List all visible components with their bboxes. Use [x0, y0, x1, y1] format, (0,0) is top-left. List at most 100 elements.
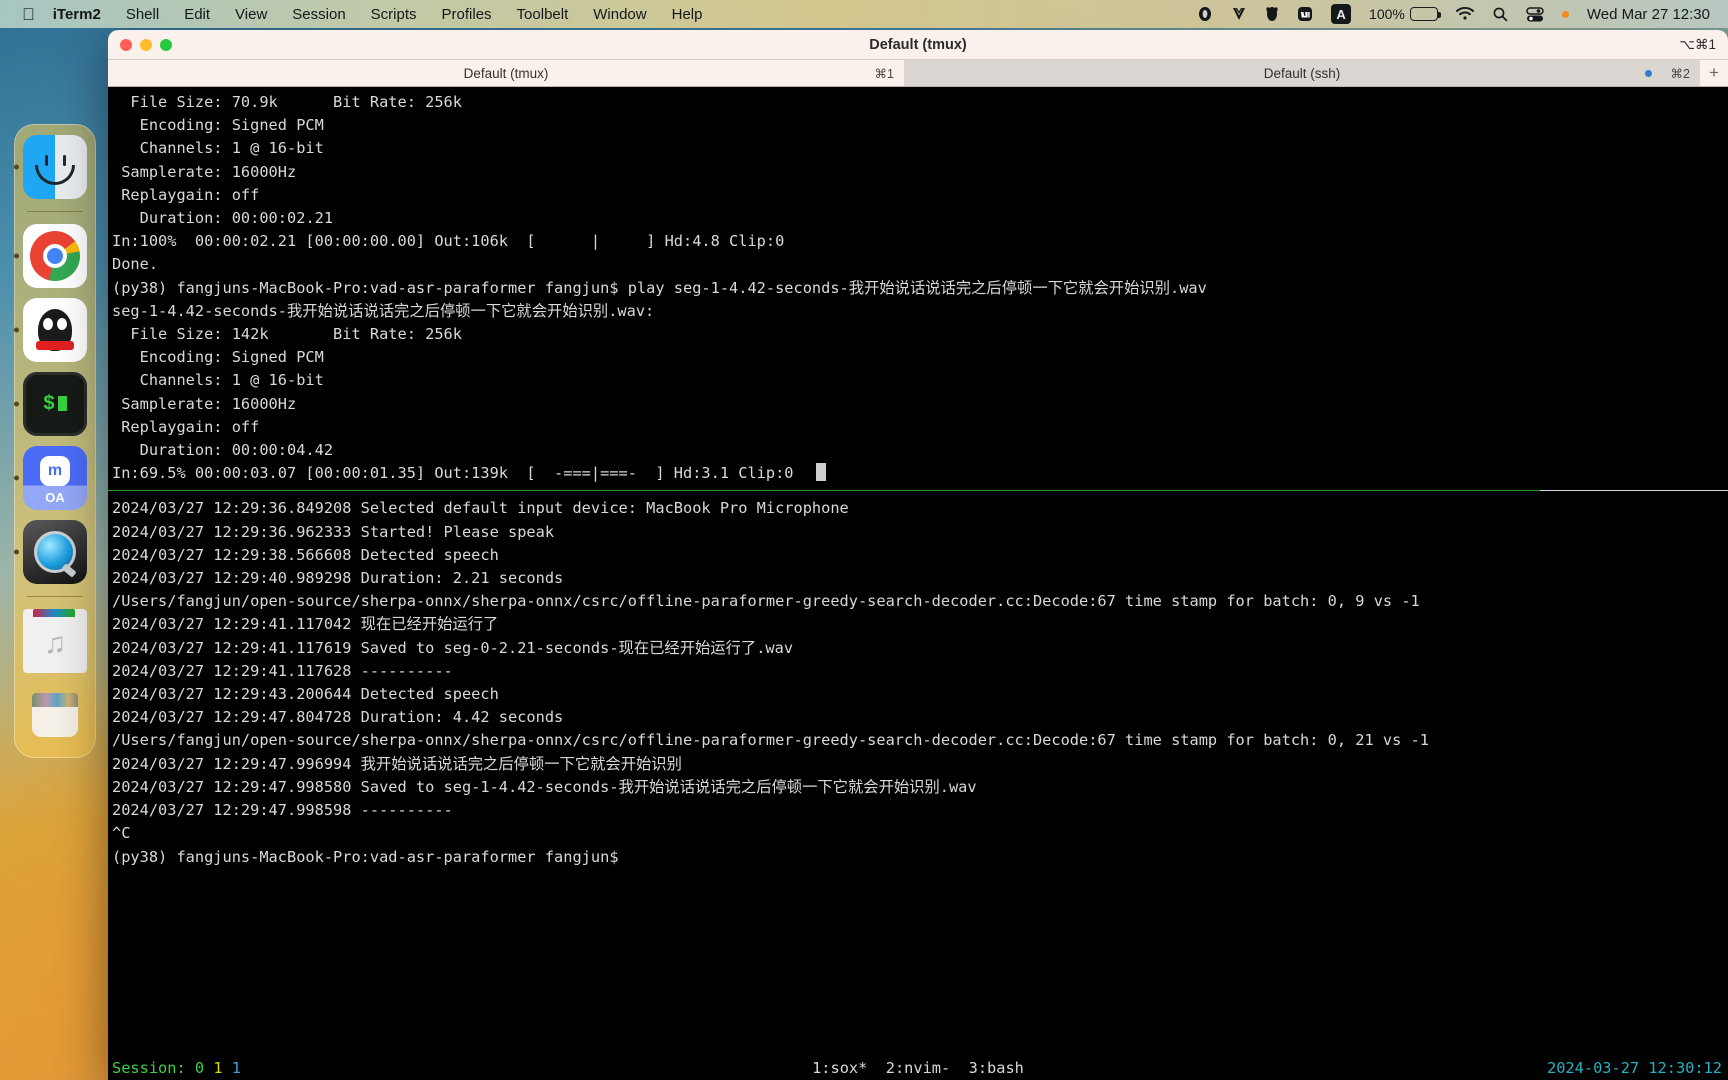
dock-separator: [27, 211, 83, 212]
tab-default-tmux[interactable]: Default (tmux) ⌘1: [108, 60, 904, 86]
terminal-line: File Size: 142k Bit Rate: 256k: [112, 325, 462, 344]
terminal-line: (py38) fangjuns-MacBook-Pro:vad-asr-para…: [112, 278, 1207, 297]
menu-item-window[interactable]: Window: [593, 6, 646, 23]
tab-shortcut: ⌘1: [874, 66, 894, 81]
menu-bar-tray: A 100% Wed Mar 27 12:30: [1197, 4, 1728, 24]
mi-icon[interactable]: [1297, 6, 1313, 22]
search-icon[interactable]: [1492, 6, 1508, 22]
control-center-icon[interactable]: [1526, 6, 1544, 22]
terminal-line: Done.: [112, 255, 159, 274]
chrome-icon[interactable]: [23, 224, 87, 288]
tmux-window-list[interactable]: 1:sox* 2:nvim- 3:bash: [108, 1057, 1728, 1080]
tab-default-ssh[interactable]: Default (ssh) ⌘2: [904, 60, 1700, 86]
window-title-bar[interactable]: Default (tmux) ⌥⌘1: [108, 30, 1728, 60]
tab-activity-dot-icon: [1645, 69, 1652, 77]
tmux-status-bar: Session: 0 1 1 1:sox* 2:nvim- 3:bash 202…: [108, 1057, 1728, 1080]
v-logo-icon[interactable]: [1231, 6, 1247, 22]
input-source-icon[interactable]: A: [1331, 4, 1352, 24]
trash-icon[interactable]: [23, 683, 87, 747]
menu-item-profiles[interactable]: Profiles: [442, 6, 492, 23]
menu-item-shell[interactable]: Shell: [126, 6, 159, 23]
battery-percent-label: 100%: [1369, 6, 1405, 22]
terminal-line: /Users/fangjun/open-source/sherpa-onnx/s…: [112, 592, 1420, 611]
terminal-line: (py38) fangjuns-MacBook-Pro:vad-asr-para…: [112, 847, 619, 866]
dock-item-music-folder[interactable]: ♫: [23, 609, 87, 673]
running-indicator-dot-icon: [14, 401, 19, 407]
terminal-line: /Users/fangjun/open-source/sherpa-onnx/s…: [112, 731, 1429, 750]
terminal-line: In:69.5% 00:00:03.07 [00:00:01.35] Out:1…: [112, 462, 1728, 485]
wifi-icon[interactable]: [1455, 7, 1474, 21]
terminal-line: 2024/03/27 12:29:41.117628 ----------: [112, 661, 453, 680]
qq-penguin-icon[interactable]: [23, 298, 87, 362]
qq-penguin-icon[interactable]: [1265, 6, 1279, 22]
terminal-line: File Size: 70.9k Bit Rate: 256k: [112, 93, 462, 111]
dock-item-terminal[interactable]: $: [14, 372, 87, 436]
new-tab-button[interactable]: +: [1700, 60, 1728, 86]
terminal-line: ^C: [112, 824, 131, 843]
menu-item-view[interactable]: View: [235, 6, 267, 23]
window-title: Default (tmux): [869, 36, 967, 53]
terminal-line: Channels: 1 @ 16-bit: [112, 139, 324, 158]
terminal-line: Encoding: Signed PCM: [112, 348, 324, 367]
notification-dot-icon: [1561, 10, 1569, 18]
finder-icon[interactable]: [23, 135, 87, 199]
battery-icon[interactable]: 100%: [1369, 6, 1441, 22]
running-indicator-dot-icon: [14, 327, 19, 333]
mi-oa-label: OA: [45, 490, 65, 505]
quicktime-icon[interactable]: [23, 520, 87, 584]
terminal-line: 2024/03/27 12:29:47.998598 ----------: [112, 801, 453, 820]
terminal-cursor: [815, 463, 826, 482]
menu-item-toolbelt[interactable]: Toolbelt: [517, 6, 569, 23]
terminal-line: Replaygain: off: [112, 185, 260, 204]
running-indicator-dot-icon: [14, 253, 19, 259]
terminal-line: Replaygain: off: [112, 417, 260, 436]
menu-item-iterm2[interactable]: iTerm2: [53, 6, 101, 23]
terminal-line: 2024/03/27 12:29:47.996994 我开始说话说话完之后停顿一…: [112, 754, 682, 773]
terminal-line: Samplerate: 16000Hz: [112, 394, 297, 413]
tmux-pane-divider: [108, 490, 1728, 492]
terminal-content[interactable]: File Size: 70.9k Bit Rate: 256k Encoding…: [108, 87, 1728, 1080]
dock-separator: [27, 596, 83, 597]
terminal-icon[interactable]: $: [23, 372, 87, 436]
opera-icon[interactable]: [1197, 6, 1213, 22]
dock-item-finder[interactable]: [14, 135, 87, 199]
terminal-line: 2024/03/27 12:29:43.200644 Detected spee…: [112, 685, 499, 704]
terminal-line: 2024/03/27 12:29:36.849208 Selected defa…: [112, 499, 849, 518]
running-indicator-dot-icon: [14, 475, 19, 481]
menu-item-edit[interactable]: Edit: [184, 6, 210, 23]
terminal-line: Channels: 1 @ 16-bit: [112, 371, 324, 390]
terminal-line: In:100% 00:00:02.21 [00:00:00.00] Out:10…: [112, 232, 785, 251]
menu-item-session[interactable]: Session: [292, 6, 345, 23]
menu-bar-clock[interactable]: Wed Mar 27 12:30: [1587, 6, 1710, 23]
terminal-line: 2024/03/27 12:29:38.566608 Detected spee…: [112, 545, 499, 564]
menu-item-help[interactable]: Help: [672, 6, 703, 23]
dock: $ m OA ♫: [14, 124, 96, 758]
dock-item-quicktime[interactable]: [14, 520, 87, 584]
terminal-line: 2024/03/27 12:29:47.804728 Duration: 4.4…: [112, 708, 564, 727]
dock-item-chrome[interactable]: [14, 224, 87, 288]
tab-label: Default (ssh): [1263, 65, 1341, 81]
tab-shortcut: ⌘2: [1670, 66, 1690, 81]
tab-bar: Default (tmux) ⌘1 Default (ssh) ⌘2 +: [108, 60, 1728, 87]
running-indicator-dot-icon: [14, 549, 19, 555]
dock-item-qq[interactable]: [14, 298, 87, 362]
terminal-line: 2024/03/27 12:29:40.989298 Duration: 2.2…: [112, 569, 564, 588]
terminal-line: seg-1-4.42-seconds-我开始说话说话完之后停顿一下它就会开始识别…: [112, 301, 655, 320]
iterm-window: Default (tmux) ⌥⌘1 Default (tmux) ⌘1 Def…: [108, 30, 1728, 1080]
menu-bar:  iTerm2 Shell Edit View Session Scripts…: [0, 0, 1728, 28]
running-indicator-dot-icon: [14, 164, 19, 170]
terminal-line: 2024/03/27 12:29:36.962333 Started! Plea…: [112, 522, 555, 541]
tmux-pane-bottom[interactable]: 2024/03/27 12:29:36.849208 Selected defa…: [108, 497, 1728, 868]
apple-menu-icon[interactable]: : [22, 6, 35, 23]
terminal-line: 2024/03/27 12:29:41.117619 Saved to seg-…: [112, 638, 794, 657]
dock-item-trash[interactable]: [23, 683, 87, 747]
terminal-line: Samplerate: 16000Hz: [112, 162, 297, 181]
dock-item-mi-oa[interactable]: m OA: [14, 446, 87, 510]
music-folder-icon[interactable]: ♫: [23, 609, 87, 673]
terminal-line: Duration: 00:00:02.21: [112, 209, 334, 228]
tmux-pane-top[interactable]: File Size: 70.9k Bit Rate: 256k Encoding…: [108, 91, 1728, 485]
terminal-line: 2024/03/27 12:29:41.117042 现在已经开始运行了: [112, 615, 499, 634]
menu-item-scripts[interactable]: Scripts: [371, 6, 417, 23]
mi-oa-icon[interactable]: m OA: [23, 446, 87, 510]
terminal-line: Encoding: Signed PCM: [112, 116, 324, 135]
